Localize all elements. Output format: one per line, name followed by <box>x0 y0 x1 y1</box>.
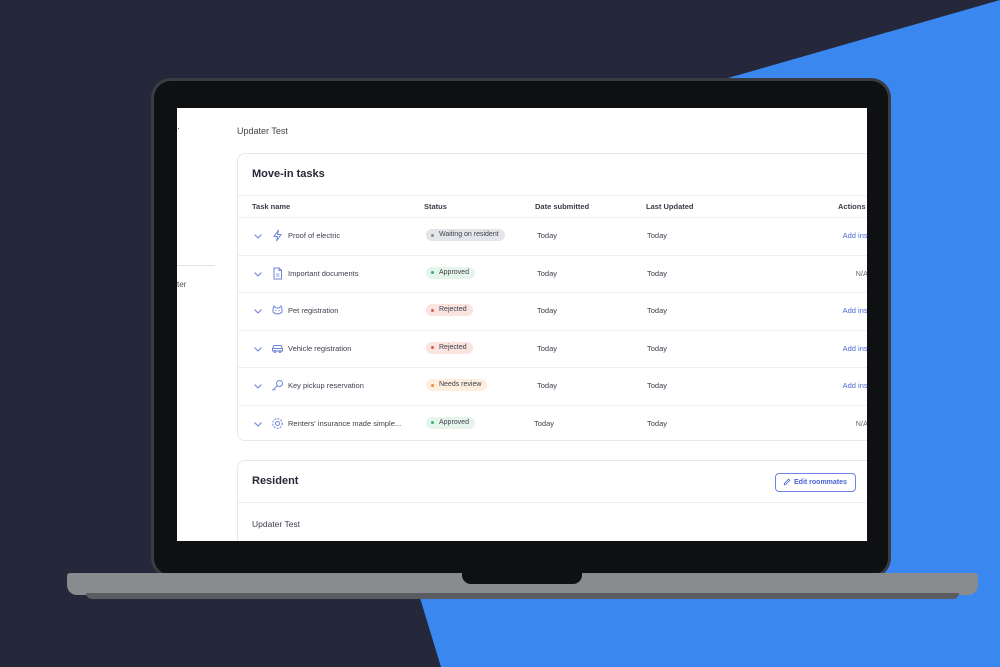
edit-roommates-label: Edit roommates <box>794 479 847 486</box>
car-icon <box>272 344 283 353</box>
task-row[interactable]: Pet registration Rejected Today Today Add in… <box>238 292 867 330</box>
last-updated: Today <box>647 231 668 240</box>
status-badge: Rejected <box>426 341 473 354</box>
gear-icon <box>272 417 283 429</box>
date-submitted: Today <box>537 306 558 315</box>
status-badge: Needs review <box>426 379 488 391</box>
last-updated: Today <box>647 418 668 428</box>
add-instructions-link[interactable]: Add instructions <box>843 344 867 353</box>
resident-card: Resident Edit roommates Updater Test <box>237 460 867 541</box>
document-icon <box>273 267 282 279</box>
chevron-down-icon[interactable] <box>253 231 263 241</box>
chevron-down-icon[interactable] <box>253 381 263 391</box>
column-header-status: Status <box>424 202 447 211</box>
task-name: Vehicle registration <box>288 343 352 353</box>
task-name: Pet registration <box>288 306 339 315</box>
chevron-down-icon[interactable] <box>253 306 263 316</box>
key-icon <box>272 380 283 391</box>
date-submitted: Today <box>534 418 555 428</box>
chevron-down-icon[interactable] <box>253 419 263 429</box>
task-row[interactable]: Key pickup reservation Needs review Today T… <box>238 367 867 405</box>
add-instructions-link[interactable]: Add instructions <box>843 381 867 390</box>
edit-roommates-button[interactable]: Edit roommates <box>775 473 856 492</box>
page-title: Updater Test <box>237 126 288 136</box>
move-in-tasks-title: Move-in tasks <box>252 168 325 180</box>
column-header-actions: Actions <box>838 202 866 211</box>
add-instructions-link[interactable]: Add instructions <box>843 231 867 240</box>
action-na: N/A <box>855 418 867 428</box>
lightning-icon <box>273 229 282 242</box>
task-row[interactable]: Important documents Approved Today Today N/A <box>238 254 867 293</box>
chevron-down-icon[interactable] <box>253 344 263 354</box>
column-header-date-submitted: Date submitted <box>535 202 590 211</box>
resident-name: Updater Test <box>252 519 301 529</box>
date-submitted: Today <box>537 231 558 240</box>
date-submitted: Today <box>537 381 558 390</box>
resident-title: Resident <box>252 475 299 487</box>
laptop-base-shadow <box>86 593 959 599</box>
action-na: N/A <box>855 268 867 278</box>
sidebar-divider <box>177 265 215 266</box>
last-updated: Today <box>647 343 668 353</box>
task-name: Key pickup reservation <box>288 381 364 390</box>
laptop-notch <box>462 573 582 584</box>
last-updated: Today <box>647 306 668 315</box>
status-badge: Waiting on resident <box>426 229 505 241</box>
pencil-icon <box>783 478 791 486</box>
card-divider <box>238 502 867 503</box>
column-header-last-updated: Last Updated <box>646 202 694 211</box>
date-submitted: Today <box>537 268 558 278</box>
date-submitted: Today <box>537 343 558 353</box>
column-header-task-name: Task name <box>252 202 291 211</box>
chevron-down-icon[interactable] <box>253 269 263 279</box>
task-row[interactable]: Vehicle registration Rejected Today Today Ad… <box>238 329 867 368</box>
pet-icon <box>272 305 283 315</box>
last-updated: Today <box>647 268 668 278</box>
status-badge: Approved <box>426 416 475 429</box>
task-name: Proof of electric <box>288 231 341 240</box>
card-divider <box>238 195 867 196</box>
add-instructions-link[interactable]: Add instructions <box>843 306 867 315</box>
last-updated: Today <box>647 381 668 390</box>
task-row[interactable]: Renters' insurance made simple... Approve… <box>238 404 867 443</box>
status-badge: Approved <box>426 266 475 279</box>
sidebar-item-fragment[interactable]: ter <box>177 280 186 289</box>
task-name: Important documents <box>288 268 359 278</box>
move-in-tasks-card: Move-in tasks Task name Status Date subm… <box>237 153 867 441</box>
sidebar-fragment: · <box>177 123 180 133</box>
task-name: Renters' insurance made simple... <box>288 418 402 428</box>
status-badge: Rejected <box>426 304 473 316</box>
task-row[interactable]: Proof of electric Waiting on resident Toda… <box>238 217 867 255</box>
app-screen: · ter Updater Test Move-in tasks Task na… <box>177 108 867 541</box>
